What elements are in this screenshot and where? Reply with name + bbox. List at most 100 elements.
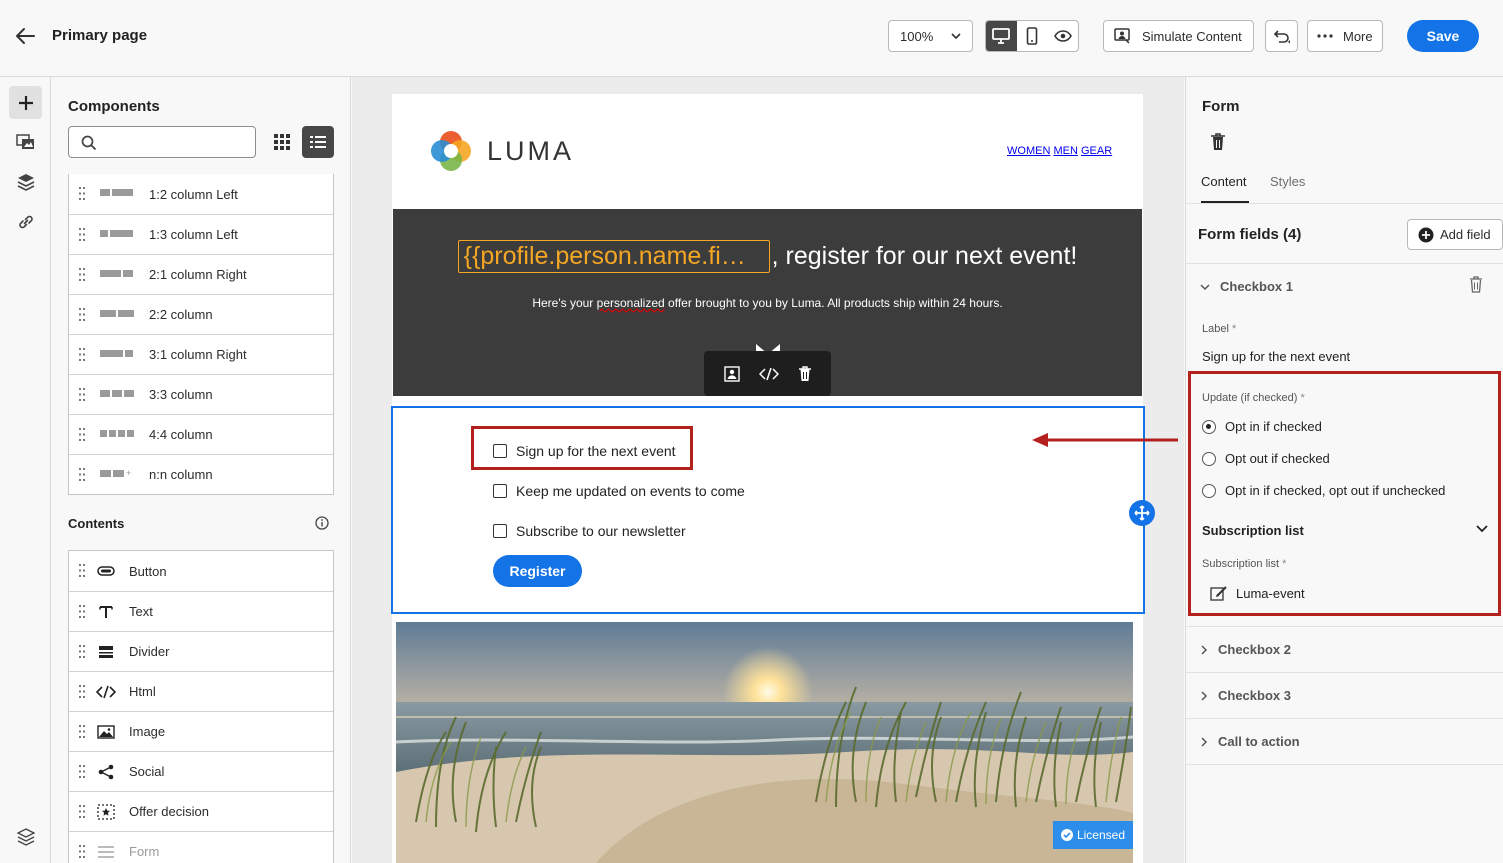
layout-item[interactable]: 2:2 column bbox=[69, 294, 333, 334]
desktop-view-button[interactable] bbox=[986, 21, 1017, 51]
nav-link-men[interactable]: MEN bbox=[1053, 145, 1077, 157]
content-item-label: Html bbox=[129, 684, 156, 699]
content-item[interactable]: Text bbox=[69, 591, 333, 631]
chevron-down-icon bbox=[950, 31, 962, 41]
back-arrow-icon[interactable] bbox=[14, 26, 36, 46]
list-view-button[interactable] bbox=[302, 126, 334, 158]
subscription-list-label: Luma-event bbox=[1236, 585, 1305, 601]
accordion-call-to-action[interactable]: Call to action bbox=[1200, 734, 1300, 749]
layers-button[interactable] bbox=[9, 165, 42, 198]
drag-handle-icon[interactable] bbox=[79, 428, 85, 441]
properties-title: Form bbox=[1202, 98, 1240, 115]
delete-form-icon[interactable] bbox=[1210, 133, 1226, 151]
radio-option[interactable]: Opt in if checked bbox=[1202, 419, 1322, 434]
drag-handle-icon[interactable] bbox=[79, 228, 85, 241]
label-value[interactable]: Sign up for the next event bbox=[1202, 349, 1350, 364]
content-item[interactable]: Divider bbox=[69, 631, 333, 671]
form-checkbox-row[interactable]: Sign up for the next event bbox=[493, 443, 676, 459]
content-item[interactable]: Social bbox=[69, 751, 333, 791]
tab-content[interactable]: Content bbox=[1201, 174, 1247, 189]
page-title: Primary page bbox=[52, 27, 148, 44]
radio-button[interactable] bbox=[1202, 483, 1216, 498]
preview-button[interactable] bbox=[1047, 21, 1078, 51]
drag-handle-icon[interactable] bbox=[79, 564, 85, 577]
drag-handle-icon[interactable] bbox=[79, 348, 85, 361]
form-checkbox-row[interactable]: Keep me updated on events to come bbox=[493, 483, 745, 499]
info-icon[interactable] bbox=[315, 516, 329, 530]
drag-handle-icon[interactable] bbox=[79, 845, 85, 858]
drag-handle-icon[interactable] bbox=[79, 468, 85, 481]
content-item[interactable]: Image bbox=[69, 711, 333, 751]
drag-handle-icon[interactable] bbox=[79, 268, 85, 281]
assets-button[interactable] bbox=[9, 125, 42, 158]
drag-handle-icon[interactable] bbox=[79, 645, 85, 658]
accordion-checkbox-2[interactable]: Checkbox 2 bbox=[1200, 642, 1291, 657]
drag-handle-icon[interactable] bbox=[79, 605, 85, 618]
drag-handle-icon[interactable] bbox=[79, 725, 85, 738]
content-item[interactable]: Button bbox=[69, 551, 333, 591]
add-field-button[interactable]: Add field bbox=[1407, 219, 1503, 250]
accordion-checkbox-3[interactable]: Checkbox 3 bbox=[1200, 688, 1291, 703]
register-button[interactable]: Register bbox=[493, 555, 582, 587]
chevron-down-icon[interactable] bbox=[1476, 525, 1488, 533]
layout-columns-icon bbox=[100, 390, 134, 397]
delete-block-icon[interactable] bbox=[798, 365, 812, 382]
drag-handle-icon[interactable] bbox=[79, 308, 85, 321]
content-item[interactable]: Html bbox=[69, 671, 333, 711]
drag-handle-icon[interactable] bbox=[79, 805, 85, 818]
layout-item[interactable]: 1:3 column Left bbox=[69, 214, 333, 254]
more-button[interactable]: More bbox=[1307, 20, 1383, 52]
beach-image[interactable] bbox=[396, 622, 1133, 863]
add-components-button[interactable] bbox=[9, 86, 42, 119]
form-checkbox[interactable] bbox=[493, 524, 507, 538]
divider-icon bbox=[96, 643, 116, 661]
save-button[interactable]: Save bbox=[1407, 20, 1479, 52]
layout-item[interactable]: 3:1 column Right bbox=[69, 334, 333, 374]
hero-sub-before: Here's your bbox=[532, 296, 597, 310]
drag-handle-icon[interactable] bbox=[79, 187, 85, 200]
accordion-checkbox-1[interactable]: Checkbox 1 bbox=[1200, 279, 1293, 294]
image-placeholder-icon[interactable] bbox=[723, 365, 740, 382]
delete-field-icon[interactable] bbox=[1469, 276, 1483, 293]
grid-view-button[interactable] bbox=[269, 129, 295, 155]
components-search-input[interactable] bbox=[68, 126, 256, 158]
nav-link-gear[interactable]: GEAR bbox=[1081, 145, 1112, 157]
layout-item[interactable]: 3:3 column bbox=[69, 374, 333, 414]
luma-logo-mark bbox=[431, 131, 471, 171]
form-checkbox-row[interactable]: Subscribe to our newsletter bbox=[493, 523, 686, 539]
chevron-right-icon bbox=[1201, 644, 1208, 655]
content-list: Button Text Divider Html Image Social Offer de… bbox=[68, 550, 334, 863]
drag-handle-icon[interactable] bbox=[79, 765, 85, 778]
layout-item[interactable]: 1:2 column Left bbox=[69, 174, 333, 214]
zoom-select[interactable]: 100% bbox=[888, 20, 973, 52]
simulate-content-button[interactable]: Simulate Content bbox=[1103, 20, 1254, 52]
form-checkbox[interactable] bbox=[493, 484, 507, 498]
tab-styles[interactable]: Styles bbox=[1270, 174, 1305, 189]
mobile-view-button[interactable] bbox=[1017, 21, 1048, 51]
layout-columns-icon bbox=[100, 350, 133, 357]
layout-item[interactable]: + n:n column bbox=[69, 454, 333, 494]
drag-handle-icon[interactable] bbox=[79, 685, 85, 698]
code-view-icon[interactable] bbox=[758, 367, 779, 381]
radio-option[interactable]: Opt out if checked bbox=[1202, 451, 1330, 466]
undo-button[interactable] bbox=[1265, 20, 1298, 52]
layout-item[interactable]: 4:4 column bbox=[69, 414, 333, 454]
layout-item-label: 2:2 column bbox=[149, 307, 213, 322]
content-item[interactable]: Form bbox=[69, 831, 333, 863]
radio-option[interactable]: Opt in if checked, opt out if unchecked bbox=[1202, 483, 1445, 498]
content-item[interactable]: Offer decision bbox=[69, 791, 333, 831]
subscription-list-header[interactable]: Subscription list bbox=[1202, 523, 1304, 538]
drag-handle-icon[interactable] bbox=[79, 388, 85, 401]
personalization-token[interactable]: {{profile.person.name.fi… bbox=[457, 240, 770, 273]
help-layers-button[interactable] bbox=[9, 820, 42, 853]
radio-button[interactable] bbox=[1202, 419, 1216, 434]
divider bbox=[1186, 626, 1503, 627]
nav-link-women[interactable]: WOMEN bbox=[1007, 145, 1050, 157]
links-button[interactable] bbox=[9, 205, 42, 238]
move-handle-icon[interactable] bbox=[1129, 500, 1155, 526]
layout-item-label: 1:3 column Left bbox=[149, 227, 238, 242]
form-checkbox[interactable] bbox=[493, 444, 507, 458]
subscription-list-value[interactable]: Luma-event bbox=[1210, 585, 1305, 601]
layout-item[interactable]: 2:1 column Right bbox=[69, 254, 333, 294]
radio-button[interactable] bbox=[1202, 451, 1216, 466]
